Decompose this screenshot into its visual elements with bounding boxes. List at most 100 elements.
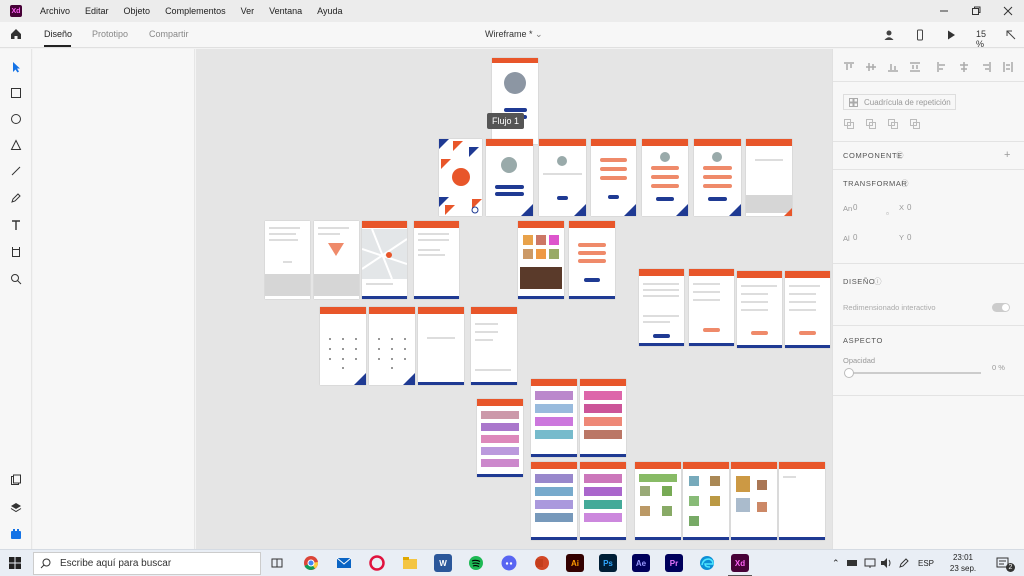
plugins-icon[interactable]: [9, 527, 23, 541]
artboard-checkout-c[interactable]: [737, 271, 782, 348]
boolean-subtract-icon[interactable]: [866, 119, 876, 129]
artboard-keypad-a[interactable]: [320, 307, 366, 385]
artboard-catalog-a[interactable]: [477, 399, 523, 477]
tray-device-icon[interactable]: [846, 557, 858, 576]
share-user-icon[interactable]: [882, 28, 896, 42]
input-language[interactable]: ESP: [918, 559, 934, 576]
menu-objeto[interactable]: Objeto: [124, 6, 151, 16]
menu-ayuda[interactable]: Ayuda: [317, 6, 342, 16]
artboard-profile[interactable]: [492, 58, 538, 144]
align-top-icon[interactable]: [844, 62, 854, 72]
artboard-keypad-b[interactable]: [369, 307, 415, 385]
play-icon[interactable]: [944, 28, 958, 42]
tab-compartir[interactable]: Compartir: [149, 29, 189, 39]
add-component-icon[interactable]: +: [1004, 149, 1010, 161]
illustrator-icon[interactable]: Ai: [566, 554, 584, 572]
artboard-map[interactable]: [362, 221, 407, 299]
artboard-options[interactable]: [569, 221, 615, 299]
x-field[interactable]: 0: [907, 203, 911, 212]
opacity-slider[interactable]: [849, 372, 981, 374]
menu-ventana[interactable]: Ventana: [269, 6, 302, 16]
network-icon[interactable]: [864, 557, 876, 576]
restore-icon[interactable]: [960, 0, 992, 22]
distribute-vertical-icon[interactable]: [910, 62, 920, 72]
tab-prototipo[interactable]: Prototipo: [92, 29, 128, 39]
artboard-user-data[interactable]: [539, 139, 586, 216]
artboard-products-b[interactable]: [683, 462, 729, 540]
menu-ver[interactable]: Ver: [241, 6, 255, 16]
boolean-intersect-icon[interactable]: [888, 119, 898, 129]
width-field[interactable]: 0: [853, 203, 857, 212]
polygon-tool-icon[interactable]: [9, 138, 23, 152]
y-field[interactable]: 0: [907, 233, 911, 242]
volume-icon[interactable]: [880, 557, 892, 576]
height-field[interactable]: 0: [853, 233, 857, 242]
info-icon[interactable]: ⓘ: [901, 178, 909, 189]
artboard-cart[interactable]: [779, 462, 825, 540]
align-bottom-icon[interactable]: [888, 62, 898, 72]
menu-complementos[interactable]: Complementos: [165, 6, 226, 16]
artboard-list[interactable]: [414, 221, 459, 299]
boolean-add-icon[interactable]: [844, 119, 854, 129]
artboard-chat-a[interactable]: [265, 221, 310, 299]
select-tool-icon[interactable]: [9, 60, 23, 74]
lock-aspect-icon[interactable]: ▫: [886, 209, 889, 218]
menu-archivo[interactable]: Archivo: [40, 6, 70, 16]
info-icon[interactable]: ⓘ: [874, 276, 882, 287]
align-center-icon[interactable]: [959, 62, 969, 72]
document-title[interactable]: Wireframe * ⌄: [485, 29, 543, 40]
device-preview-icon[interactable]: [913, 28, 927, 42]
artboard-catalog-b[interactable]: [531, 379, 577, 457]
text-tool-icon[interactable]: [9, 218, 23, 232]
artboard-catalog-c[interactable]: [580, 379, 626, 457]
opacity-slider-handle[interactable]: [844, 368, 854, 378]
close-icon[interactable]: [992, 0, 1024, 22]
powerpoint-icon[interactable]: [533, 554, 551, 572]
artboard-splash[interactable]: [439, 139, 482, 216]
discord-icon[interactable]: [500, 554, 518, 572]
artboard-form-b[interactable]: [694, 139, 741, 216]
boolean-exclude-icon[interactable]: [910, 119, 920, 129]
task-view-icon[interactable]: [268, 554, 286, 572]
taskbar-search[interactable]: Escribe aquí para buscar: [33, 552, 261, 575]
artboard-checkout-d[interactable]: [785, 271, 830, 348]
ellipse-tool-icon[interactable]: [9, 112, 23, 126]
menu-editar[interactable]: Editar: [85, 6, 109, 16]
artboard-questions[interactable]: [471, 307, 517, 385]
opacity-value[interactable]: 0 %: [992, 363, 1005, 372]
align-middle-icon[interactable]: [866, 62, 876, 72]
premiere-icon[interactable]: Pr: [665, 554, 683, 572]
assets-icon[interactable]: [9, 473, 23, 487]
artboard-catalog-d[interactable]: [531, 462, 577, 540]
artboard-checkout-b[interactable]: [689, 269, 734, 346]
pen-tool-icon[interactable]: [9, 191, 23, 205]
file-explorer-icon[interactable]: [401, 554, 419, 572]
zoom-tool-icon[interactable]: [9, 272, 23, 286]
minimize-icon[interactable]: [928, 0, 960, 22]
flow-label[interactable]: Flujo 1: [487, 113, 525, 129]
artboard-tool-icon[interactable]: [9, 245, 23, 259]
layers-icon[interactable]: [9, 500, 23, 514]
after-effects-icon[interactable]: Ae: [632, 554, 650, 572]
word-icon[interactable]: W: [434, 554, 452, 572]
artboard-products-a[interactable]: [635, 462, 681, 540]
repeat-grid-button[interactable]: Cuadrícula de repetición: [843, 94, 956, 110]
distribute-horizontal-icon[interactable]: [1003, 62, 1013, 72]
artboard-keyboard-a[interactable]: [746, 139, 792, 216]
artboard-chat-b[interactable]: [314, 221, 359, 299]
photoshop-icon[interactable]: Ps: [599, 554, 617, 572]
edge-icon[interactable]: [698, 554, 716, 572]
artboard-signup[interactable]: [486, 139, 533, 216]
mail-icon[interactable]: [335, 554, 353, 572]
spotify-icon[interactable]: [467, 554, 485, 572]
zoom-level[interactable]: 15 %: [976, 29, 986, 49]
align-right-icon[interactable]: [981, 62, 991, 72]
clock[interactable]: 23:01 23 sep. 2021: [943, 552, 983, 576]
artboard-checkout-a[interactable]: [639, 269, 684, 346]
xd-taskbar-icon[interactable]: Xd: [731, 554, 749, 572]
expand-icon[interactable]: [1004, 28, 1018, 42]
windows-start-icon[interactable]: [9, 557, 21, 569]
info-icon[interactable]: ⓘ: [896, 150, 904, 161]
design-canvas[interactable]: Flujo 1: [196, 49, 832, 549]
artboard-catalog-e[interactable]: [580, 462, 626, 540]
